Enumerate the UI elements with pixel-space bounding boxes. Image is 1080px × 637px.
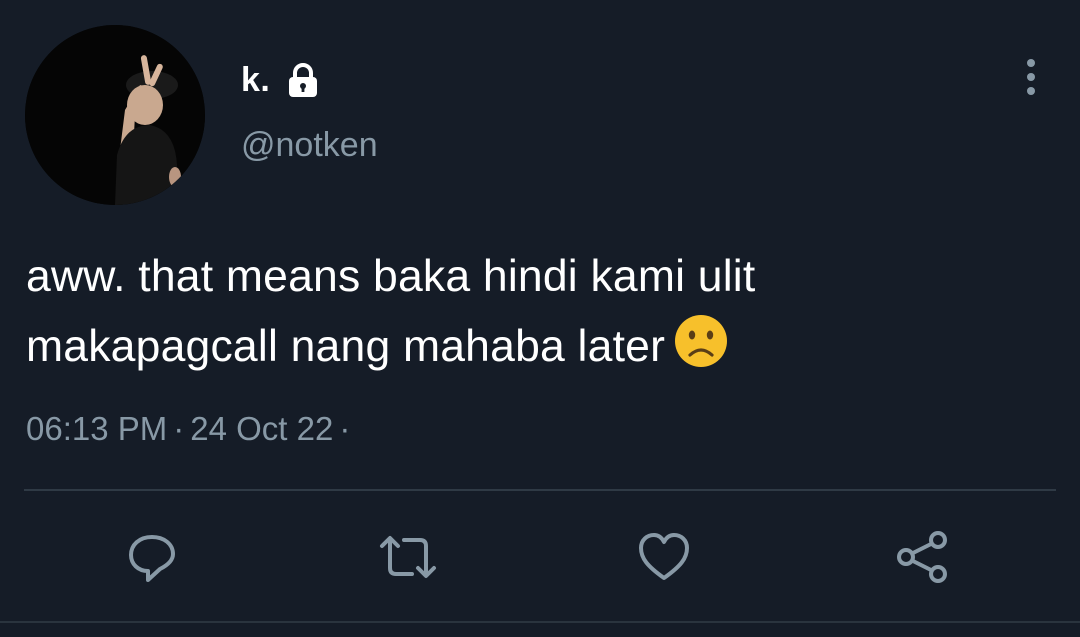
tweet-meta: 06:13 PM · 24 Oct 22 · (26, 410, 356, 448)
retweet-icon (380, 536, 436, 578)
divider (24, 489, 1056, 491)
lock-icon (284, 61, 322, 99)
tweet-line-1: aww. that means baka hindi kami ulit (26, 252, 756, 301)
bottom-divider (0, 621, 1080, 623)
tweet-line-2: makapagcall nang mahaba later (26, 312, 1056, 382)
tweet-date[interactable]: 24 Oct 22 (190, 410, 333, 447)
tweet-text: aww. that means baka hindi kami ulit mak… (26, 242, 1056, 382)
frowning-face-emoji (673, 313, 729, 369)
more-options-icon[interactable] (1016, 56, 1046, 98)
reply-icon (129, 535, 175, 582)
share-button[interactable] (890, 525, 954, 589)
avatar[interactable] (25, 25, 205, 205)
share-icon (897, 531, 947, 583)
action-bar (0, 525, 1080, 589)
avatar-photo (25, 25, 205, 205)
tweet-time[interactable]: 06:13 PM (26, 410, 167, 447)
like-button[interactable] (632, 525, 696, 589)
heart-icon (639, 533, 689, 580)
author-handle[interactable]: @notken (241, 126, 378, 165)
display-name[interactable]: k. (241, 61, 270, 100)
reply-button[interactable] (120, 525, 184, 589)
tweet-line-2-text: makapagcall nang mahaba later (26, 322, 666, 371)
author-row: k. (241, 58, 322, 102)
meta-trailing-separator: · (339, 410, 351, 447)
tweet-card: k. @notken aww. that means baka hindi ka… (0, 0, 1080, 637)
retweet-button[interactable] (376, 525, 440, 589)
meta-separator: · (173, 410, 185, 447)
